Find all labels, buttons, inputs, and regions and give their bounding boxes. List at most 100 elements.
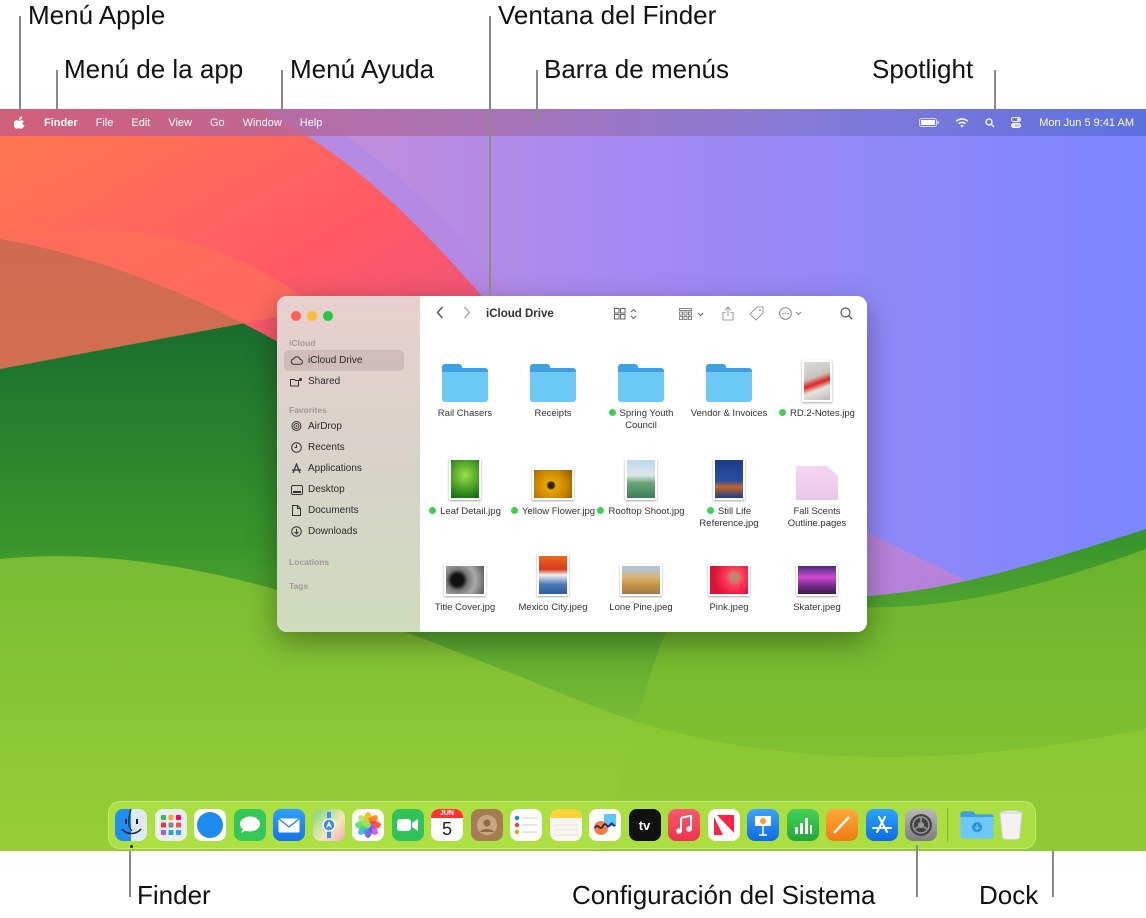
sidebar-section-tags[interactable]: Tags <box>289 581 308 591</box>
image-thumbnail <box>421 452 509 500</box>
image-thumbnail <box>685 452 773 500</box>
green-tag-dot <box>510 507 518 514</box>
music-icon[interactable] <box>668 809 700 841</box>
callout-line <box>536 70 538 122</box>
sidebar-item-shared[interactable]: Shared <box>284 371 404 392</box>
file-name-text: Rooftop Shoot.jpg <box>608 506 685 517</box>
sidebar-item-icloud-drive[interactable]: iCloud Drive <box>284 350 404 371</box>
file-item[interactable]: Leaf Detail.jpg <box>421 452 509 518</box>
group-icon[interactable] <box>679 308 707 323</box>
file-item[interactable]: RD.2-Notes.jpg <box>773 354 861 420</box>
facetime-icon[interactable] <box>391 809 424 841</box>
menu-window[interactable]: Window <box>243 117 282 129</box>
file-item[interactable]: Pink.jpeg <box>685 548 773 614</box>
apple-logo-icon[interactable] <box>14 116 26 129</box>
app-store-icon[interactable] <box>865 809 898 841</box>
sidebar-item-applications[interactable]: Applications <box>284 458 404 479</box>
wifi-icon[interactable] <box>955 117 969 128</box>
launchpad-icon[interactable] <box>154 809 187 841</box>
file-item[interactable]: Rooftop Shoot.jpg <box>597 452 685 518</box>
green-tag-dot <box>706 507 714 514</box>
callout-spotlight: Spotlight <box>872 54 974 84</box>
mail-icon[interactable] <box>273 809 305 841</box>
file-item[interactable]: Skater.jpeg <box>773 548 861 614</box>
downloads-folder-icon[interactable] <box>956 809 994 841</box>
control-center-icon[interactable] <box>1011 117 1022 128</box>
numbers-icon[interactable] <box>786 809 819 841</box>
menu-go[interactable]: Go <box>210 117 225 129</box>
callout-line <box>489 16 491 296</box>
file-name-text: Spring Youth Council <box>619 408 674 431</box>
menu-view[interactable]: View <box>168 117 192 129</box>
sidebar-section-locations[interactable]: Locations <box>289 557 329 567</box>
callout-line <box>281 70 283 110</box>
tag-icon[interactable] <box>749 306 764 324</box>
file-item[interactable]: Mexico City.jpeg <box>509 548 597 614</box>
menu-edit[interactable]: Edit <box>131 117 150 129</box>
folder-icon <box>421 354 509 402</box>
sidebar-section-icloud: iCloud <box>289 338 316 348</box>
more-actions-icon[interactable] <box>779 307 807 323</box>
file-name: Title Cover.jpg <box>421 602 509 614</box>
trash-icon[interactable] <box>995 809 1027 841</box>
callout-app-menu: Menú de la app <box>64 54 244 84</box>
file-item[interactable]: Fall Scents Outline.pages <box>773 452 861 530</box>
folder-item[interactable]: Spring Youth Council <box>597 354 685 432</box>
keynote-icon[interactable] <box>747 809 779 841</box>
sidebar-item-label: AirDrop <box>308 421 342 432</box>
pages-icon[interactable] <box>826 809 858 841</box>
file-item[interactable]: Lone Pine.jpeg <box>597 548 685 614</box>
sidebar-item-airdrop[interactable]: AirDrop <box>284 416 404 437</box>
messages-icon[interactable] <box>233 809 266 841</box>
reminders-icon[interactable] <box>510 809 542 841</box>
folder-item[interactable]: Rail Chasers <box>421 354 509 420</box>
freeform-icon[interactable] <box>589 809 621 841</box>
safari-icon[interactable] <box>194 809 226 841</box>
close-button[interactable] <box>291 311 301 321</box>
maps-icon[interactable] <box>312 809 345 841</box>
view-mode-icon[interactable] <box>614 308 640 323</box>
desktop: Finder File Edit View Go Window Help Mon… <box>0 109 1146 851</box>
finder-icon[interactable] <box>115 809 147 841</box>
menu-help[interactable]: Help <box>300 117 323 129</box>
notes-icon[interactable] <box>549 809 582 841</box>
download-icon <box>290 525 303 538</box>
sidebar-item-recents[interactable]: Recents <box>284 437 404 458</box>
calendar-icon[interactable]: JUN 5 <box>431 809 463 841</box>
back-icon[interactable] <box>436 306 444 322</box>
news-icon[interactable] <box>707 809 740 841</box>
sidebar-item-desktop[interactable]: Desktop <box>284 479 404 500</box>
battery-icon[interactable] <box>919 118 940 127</box>
file-name-text: Skater.jpeg <box>793 602 841 613</box>
system-settings-icon[interactable] <box>905 809 937 841</box>
forward-icon[interactable] <box>463 306 471 322</box>
menu-app-name[interactable]: Finder <box>44 117 78 129</box>
minimize-button[interactable] <box>307 311 317 321</box>
file-name-text: Mexico City.jpeg <box>518 602 588 613</box>
file-name: Receipts <box>509 408 597 420</box>
photos-icon[interactable] <box>352 809 384 841</box>
folder-item[interactable]: Receipts <box>509 354 597 420</box>
file-name-text: Title Cover.jpg <box>434 602 496 613</box>
search-icon[interactable] <box>840 307 853 323</box>
share-icon[interactable] <box>722 306 734 324</box>
clock[interactable]: Mon Jun 5 9:41 AM <box>1039 117 1134 129</box>
sidebar-item-downloads[interactable]: Downloads <box>284 521 404 542</box>
menu-file[interactable]: File <box>96 117 114 129</box>
file-name-text: RD.2-Notes.jpg <box>790 408 855 419</box>
file-item[interactable]: Yellow Flower.jpg <box>509 452 597 518</box>
folder-item[interactable]: Vendor & Invoices <box>685 354 773 420</box>
spotlight-search-icon[interactable] <box>985 117 995 128</box>
folder-icon <box>597 354 685 402</box>
zoom-button[interactable] <box>323 311 333 321</box>
file-item[interactable]: Title Cover.jpg <box>421 548 509 614</box>
file-item[interactable]: Still Life Reference.jpg <box>685 452 773 530</box>
green-tag-dot <box>779 409 787 416</box>
green-tag-dot <box>597 507 605 514</box>
apple-tv-icon[interactable]: tv <box>628 809 661 841</box>
file-name: Yellow Flower.jpg <box>509 506 597 518</box>
contacts-icon[interactable] <box>470 809 503 841</box>
applications-icon <box>290 462 303 475</box>
sidebar-item-documents[interactable]: Documents <box>284 500 404 521</box>
file-name: Fall Scents Outline.pages <box>773 506 861 530</box>
